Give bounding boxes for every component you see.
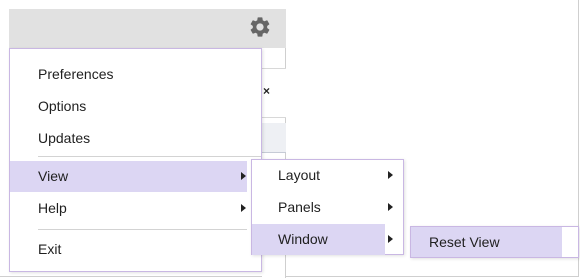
- menu-item-label: Preferences: [38, 66, 114, 82]
- menu-item-options[interactable]: Options: [10, 91, 261, 122]
- menu-separator: [38, 229, 247, 230]
- chevron-right-icon: [388, 203, 393, 211]
- menu-item-label: Reset View: [429, 234, 500, 250]
- menu-item-help[interactable]: Help: [10, 193, 261, 224]
- menu-item-label: Layout: [278, 167, 321, 183]
- background-row: [262, 123, 286, 153]
- chevron-right-icon: [241, 204, 246, 212]
- chevron-right-icon: [241, 172, 246, 180]
- menu-item-label: View: [38, 168, 69, 184]
- view-submenu: Layout Panels Window: [251, 159, 404, 255]
- menu-item-updates[interactable]: Updates: [10, 123, 261, 154]
- menu-item-exit[interactable]: Exit: [10, 234, 261, 265]
- menu-item-preferences[interactable]: Preferences: [10, 59, 261, 90]
- main-menu: Preferences Options Updates View Help Ex…: [9, 48, 262, 272]
- menu-item-label: Window: [278, 231, 328, 247]
- menu-separator: [38, 156, 261, 157]
- menu-item-window[interactable]: Window: [252, 224, 385, 255]
- menu-item-panels[interactable]: Panels: [252, 192, 403, 223]
- menu-item-label: Updates: [38, 130, 91, 146]
- menu-item-label: Exit: [38, 241, 62, 257]
- menu-item-reset-view[interactable]: Reset View: [411, 227, 562, 257]
- menu-item-layout[interactable]: Layout: [252, 160, 403, 191]
- gear-icon[interactable]: [248, 15, 272, 39]
- menu-item-label: Options: [38, 98, 87, 114]
- close-icon[interactable]: ×: [263, 84, 270, 98]
- menu-item-label: Panels: [278, 199, 321, 215]
- toolbar: [9, 9, 286, 48]
- menu-item-label: Help: [38, 200, 67, 216]
- window-submenu: Reset View: [410, 226, 579, 258]
- chevron-right-icon: [388, 235, 393, 243]
- menu-item-view[interactable]: View: [10, 161, 247, 192]
- chevron-right-icon: [388, 171, 393, 179]
